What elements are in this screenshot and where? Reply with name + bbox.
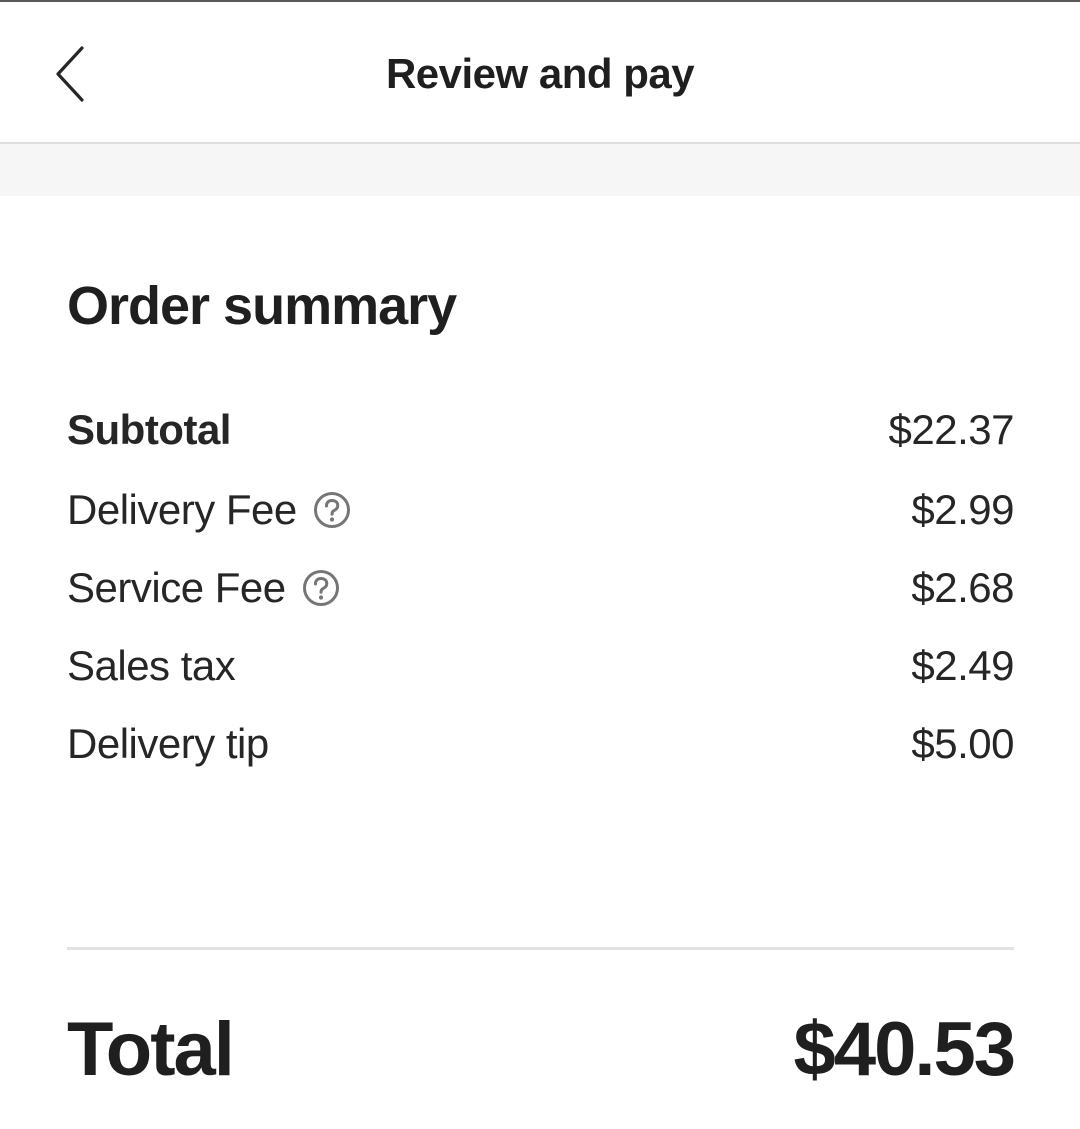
summary-row-subtotal: Subtotal $22.37 (67, 400, 1015, 460)
header-bar: Review and pay (0, 2, 1080, 144)
sales-tax-value: $2.49 (911, 642, 1014, 689)
page-title: Review and pay (385, 50, 695, 97)
divider (67, 947, 1014, 950)
help-icon[interactable] (302, 569, 340, 607)
subtotal-label: Subtotal (67, 406, 231, 453)
summary-row-sales-tax: Sales tax $2.49 (67, 636, 1014, 696)
summary-row-delivery-tip: Delivery tip $5.00 (67, 714, 1014, 774)
section-title: Order summary (67, 276, 457, 336)
sales-tax-label: Sales tax (67, 642, 236, 689)
delivery-fee-label: Delivery Fee (67, 486, 297, 533)
service-fee-value: $2.68 (911, 564, 1014, 611)
total-value: $40.53 (793, 1006, 1016, 1092)
delivery-fee-value: $2.99 (911, 486, 1014, 533)
total-label: Total (67, 1006, 235, 1092)
delivery-tip-value: $5.00 (911, 720, 1014, 767)
service-fee-label: Service Fee (67, 564, 286, 611)
help-icon[interactable] (313, 491, 351, 529)
summary-row-service-fee: Service Fee $2.68 (67, 558, 1014, 618)
total-row: Total $40.53 (67, 1004, 1016, 1094)
order-summary-section: Order summary Subtotal $22.37 Delivery F… (0, 196, 1080, 1129)
section-spacer (0, 144, 1080, 196)
delivery-tip-label: Delivery tip (67, 720, 269, 767)
subtotal-value: $22.37 (888, 406, 1015, 453)
summary-row-delivery-fee: Delivery Fee $2.99 (67, 480, 1014, 540)
